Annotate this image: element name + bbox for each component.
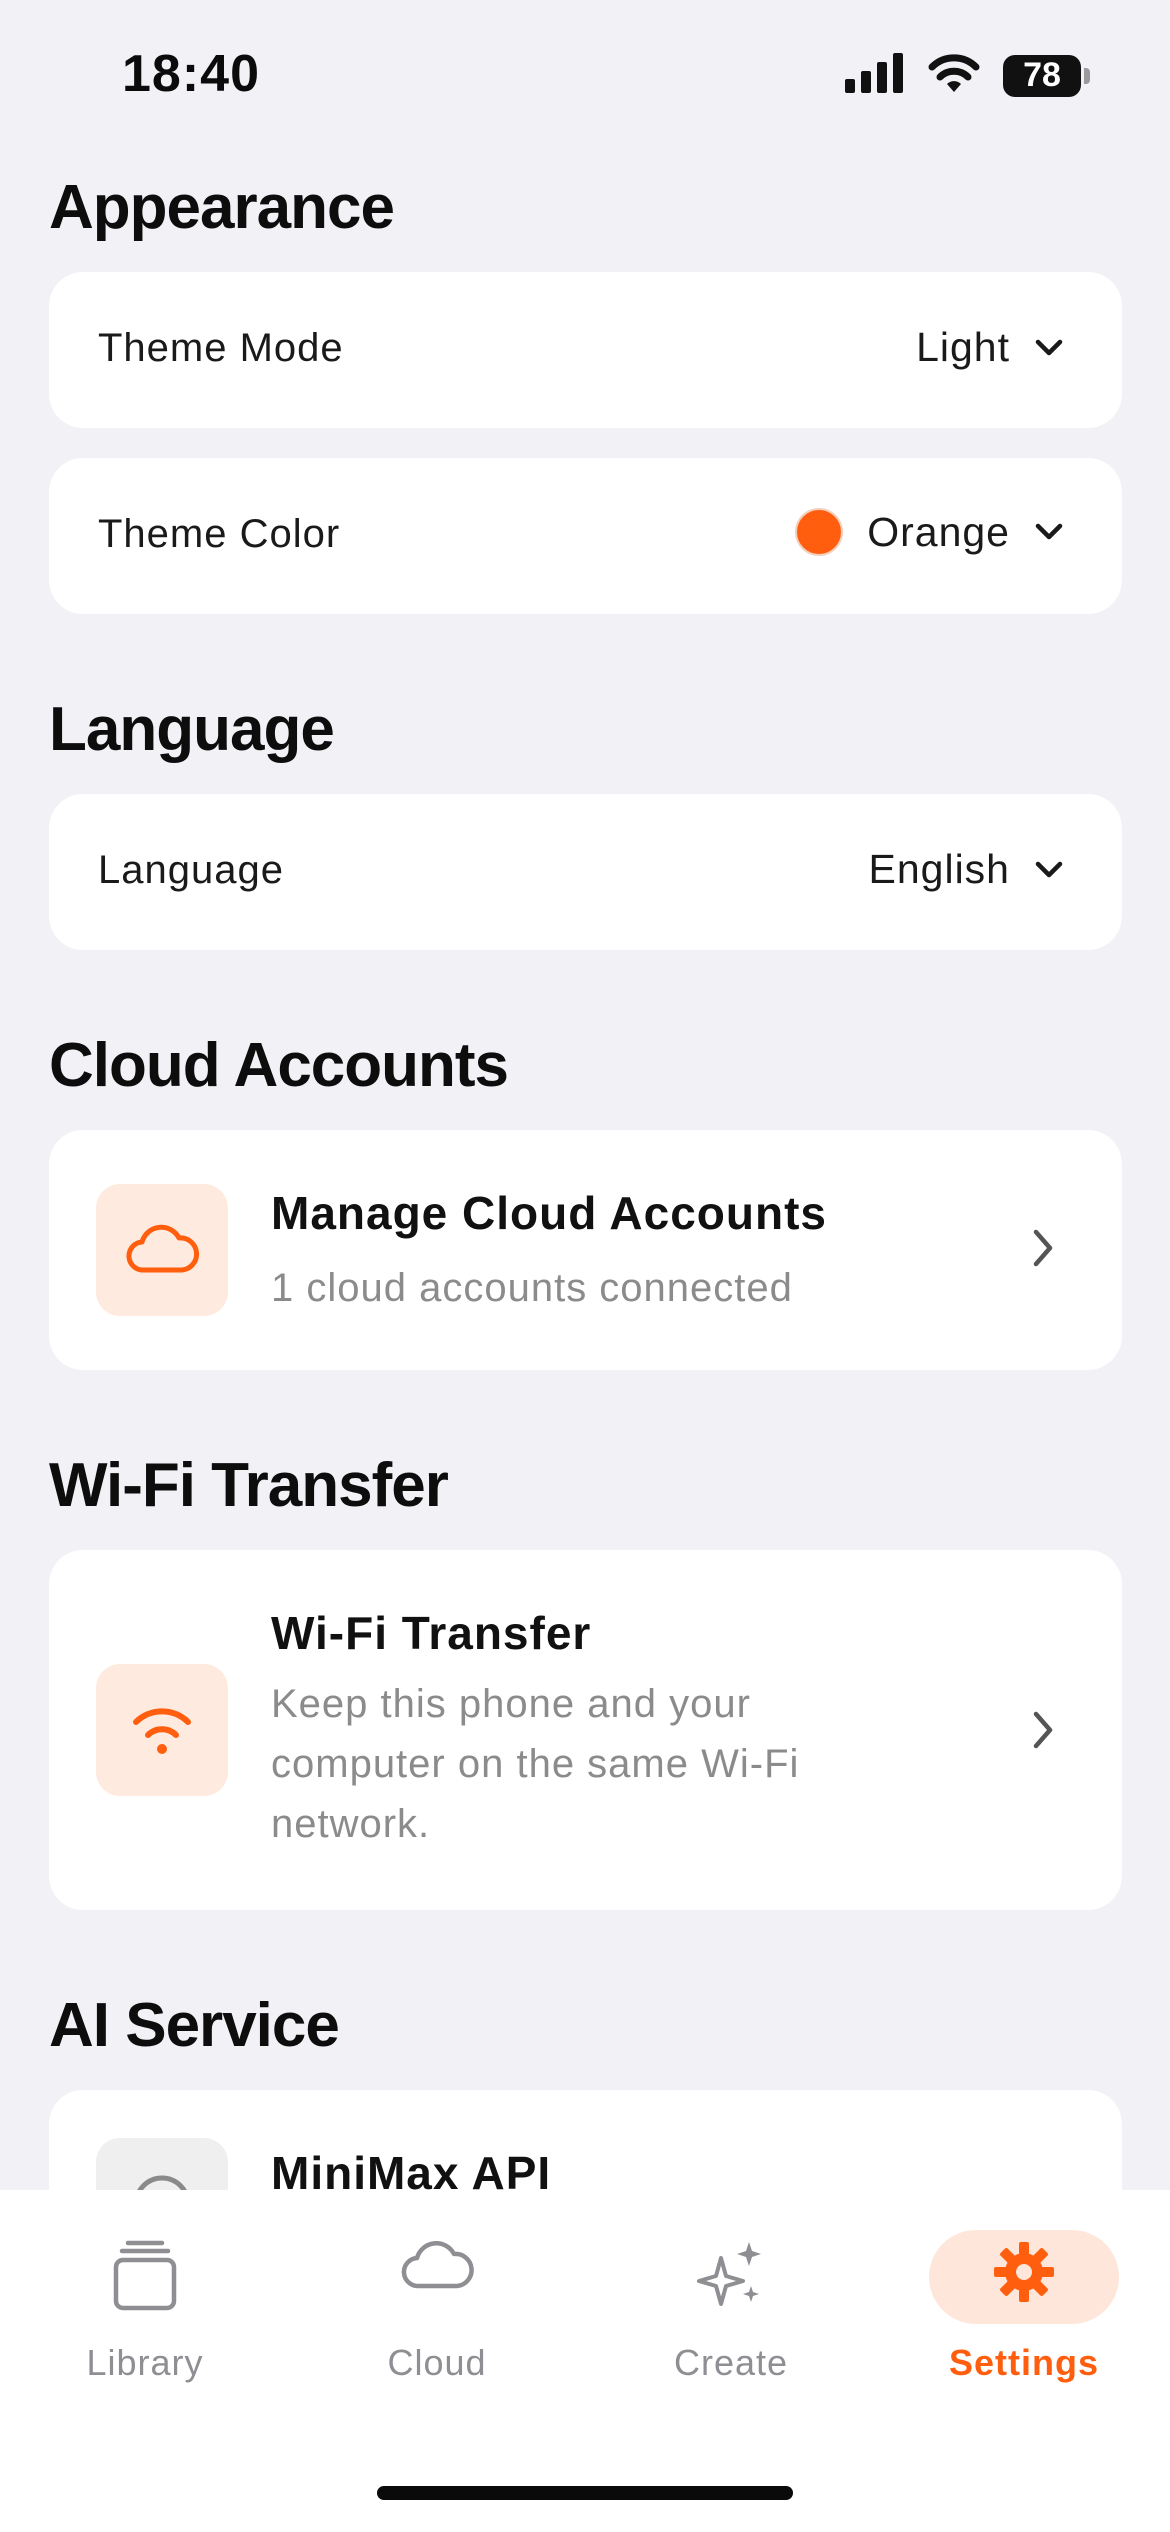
section-title-appearance: Appearance	[49, 173, 395, 242]
chevron-down-icon	[1034, 522, 1064, 542]
manage-cloud-accounts-subtitle: 1 cloud accounts connected	[271, 1266, 793, 1310]
cloud-icon	[399, 2240, 475, 2297]
manage-cloud-accounts-title: Manage Cloud Accounts	[271, 1187, 827, 1239]
tab-cloud-label: Cloud	[387, 2342, 487, 2383]
home-indicator	[377, 2486, 793, 2500]
language-dropdown[interactable]: English	[869, 846, 1064, 893]
minimax-api-row[interactable]: MiniMax API	[49, 2090, 1122, 2190]
chevron-down-icon	[1034, 338, 1064, 358]
language-label: Language	[98, 848, 284, 892]
settings-screen: 18:40 78 Appearance Theme Mode Light The…	[0, 0, 1170, 2532]
theme-mode-label: Theme Mode	[98, 326, 344, 370]
sparkles-icon	[695, 2240, 767, 2315]
tab-bar: Library Cloud Create Settings	[0, 2190, 1170, 2532]
theme-color-dropdown[interactable]: Orange	[795, 508, 1064, 556]
theme-color-row[interactable]: Theme Color Orange	[49, 458, 1122, 614]
theme-color-swatch	[795, 508, 844, 556]
tab-create-label: Create	[673, 2342, 789, 2383]
wifi-transfer-row[interactable]: Wi-Fi Transfer Keep this phone and your …	[49, 1550, 1122, 1910]
manage-cloud-accounts-row[interactable]: Manage Cloud Accounts 1 cloud accounts c…	[49, 1130, 1122, 1370]
cloud-icon	[96, 1184, 228, 1316]
chevron-right-icon	[1032, 1228, 1054, 1273]
wifi-transfer-title: Wi-Fi Transfer	[271, 1607, 592, 1659]
theme-mode-value: Light	[916, 324, 1010, 370]
ai-service-icon	[96, 2138, 228, 2190]
tab-cloud[interactable]: Cloud	[337, 2190, 537, 2390]
tab-settings[interactable]: Settings	[924, 2190, 1124, 2390]
chevron-down-icon	[1034, 860, 1064, 880]
tab-library-label: Library	[86, 2342, 204, 2383]
section-title-cloud-accounts: Cloud Accounts	[49, 1031, 509, 1100]
settings-content[interactable]: Appearance Theme Mode Light Theme Color …	[0, 0, 1170, 2190]
theme-color-value: Orange	[867, 508, 1010, 555]
chevron-right-icon	[1032, 1710, 1054, 1755]
language-row[interactable]: Language English	[49, 794, 1122, 950]
section-title-ai-service: AI Service	[49, 1991, 340, 2060]
library-icon	[110, 2240, 180, 2317]
language-value: English	[868, 846, 1010, 892]
section-title-wifi-transfer: Wi-Fi Transfer	[49, 1451, 449, 1520]
theme-color-label: Theme Color	[98, 512, 341, 556]
theme-mode-row[interactable]: Theme Mode Light	[49, 272, 1122, 428]
theme-mode-dropdown[interactable]: Light	[916, 324, 1064, 371]
tab-settings-label: Settings	[948, 2342, 1100, 2383]
wifi-icon	[96, 1664, 228, 1796]
tab-library[interactable]: Library	[45, 2190, 245, 2390]
gear-icon	[992, 2240, 1056, 2309]
wifi-transfer-subtitle: Keep this phone and your computer on the…	[271, 1682, 800, 1846]
section-title-language: Language	[49, 695, 335, 764]
tab-create[interactable]: Create	[631, 2190, 831, 2390]
minimax-api-title: MiniMax API	[271, 2147, 552, 2190]
